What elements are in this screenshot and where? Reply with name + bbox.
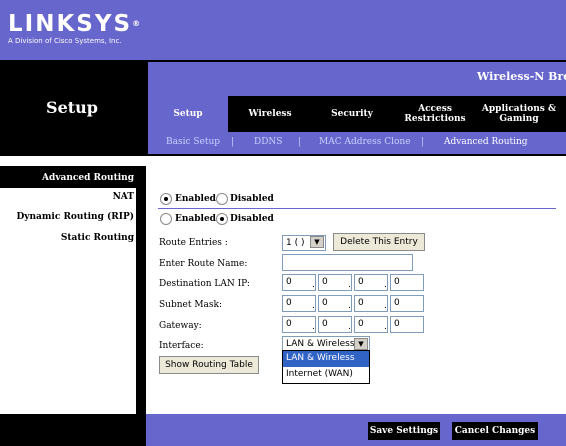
rip-enabled-radio[interactable] — [160, 213, 172, 225]
chevron-down-icon[interactable]: ▼ — [310, 236, 324, 248]
tab-applications-gaming[interactable]: Applications & Gaming — [478, 96, 560, 132]
ip-dot: . — [312, 322, 315, 332]
route-name-label: Enter Route Name: — [159, 259, 248, 269]
divider — [158, 208, 556, 209]
nat-enabled-label: Enabled — [175, 194, 216, 204]
sidebar — [0, 166, 146, 414]
ip-dot: . — [384, 301, 387, 311]
ip-dot: . — [384, 322, 387, 332]
sidebar-item-rip: Dynamic Routing (RIP) — [16, 212, 134, 222]
interface-option-internet-wan[interactable]: Internet (WAN) — [283, 367, 369, 383]
tab-access-restrictions[interactable]: Access Restrictions — [393, 96, 477, 132]
subtab-ddns[interactable]: DDNS — [254, 137, 282, 147]
ip-dot: . — [348, 280, 351, 290]
gateway-label: Gateway: — [159, 321, 202, 331]
sidebar-spacer — [0, 156, 146, 166]
interface-label: Interface: — [159, 341, 204, 351]
sidebar-heading: Advanced Routing — [42, 173, 134, 183]
brand-subtitle: A Division of Cisco Systems, Inc. — [8, 37, 122, 45]
show-routing-table-button[interactable]: Show Routing Table — [159, 356, 259, 374]
route-entries-label: Route Entries : — [159, 238, 228, 248]
chevron-down-icon[interactable]: ▼ — [354, 338, 368, 350]
subtab-basic-setup[interactable]: Basic Setup — [166, 137, 220, 147]
dest-ip-octet-3[interactable]: 0 — [354, 274, 388, 291]
linksys-logo: LINKSYS® — [8, 11, 141, 37]
subtab-mac-address-clone[interactable]: MAC Address Clone — [319, 137, 411, 147]
gateway-octet-1[interactable]: 0 — [282, 316, 316, 333]
subnav-separator: | — [421, 137, 425, 147]
rip-disabled-radio[interactable] — [216, 213, 228, 225]
footer-left — [0, 414, 146, 446]
ip-dot: . — [312, 280, 315, 290]
subtab-advanced-routing[interactable]: Advanced Routing — [444, 137, 528, 147]
mask-octet-2[interactable]: 0 — [318, 295, 352, 312]
dest-ip-octet-4[interactable]: 0 — [390, 274, 424, 291]
rip-disabled-label: Disabled — [230, 214, 274, 224]
route-name-input[interactable] — [282, 254, 413, 271]
cancel-changes-button[interactable]: Cancel Changes — [452, 422, 538, 440]
dest-ip-octet-1[interactable]: 0 — [282, 274, 316, 291]
tab-security[interactable]: Security — [312, 96, 392, 132]
nat-enabled-radio[interactable] — [160, 193, 172, 205]
gateway-octet-4[interactable]: 0 — [390, 316, 424, 333]
sidebar-item-static-routing: Static Routing — [60, 233, 134, 243]
dest-ip-label: Destination LAN IP: — [159, 279, 250, 289]
dest-ip-octet-2[interactable]: 0 — [318, 274, 352, 291]
nat-disabled-label: Disabled — [230, 194, 274, 204]
product-name: Wireless-N Broa — [477, 70, 566, 83]
subnav-separator: | — [231, 137, 235, 147]
route-entries-value: 1 ( ) — [286, 238, 305, 248]
delete-entry-button[interactable]: Delete This Entry — [333, 233, 425, 251]
gateway-octet-2[interactable]: 0 — [318, 316, 352, 333]
gateway-octet-3[interactable]: 0 — [354, 316, 388, 333]
mask-octet-4[interactable]: 0 — [390, 295, 424, 312]
mask-octet-3[interactable]: 0 — [354, 295, 388, 312]
subnet-mask-label: Subnet Mask: — [159, 300, 223, 310]
sidebar-item-nat: NAT — [112, 192, 134, 202]
save-settings-button[interactable]: Save Settings — [368, 422, 440, 440]
interface-dropdown-list: LAN & Wireless Internet (WAN) — [282, 350, 370, 384]
nat-disabled-radio[interactable] — [216, 193, 228, 205]
interface-value: LAN & Wireless — [286, 339, 355, 349]
tab-wireless[interactable]: Wireless — [230, 96, 310, 132]
ip-dot: . — [348, 322, 351, 332]
sidebar-rail — [136, 166, 146, 414]
subnav-separator: | — [298, 137, 302, 147]
mask-octet-1[interactable]: 0 — [282, 295, 316, 312]
tab-setup[interactable]: Setup — [148, 96, 228, 132]
ip-dot: . — [312, 301, 315, 311]
rip-enabled-label: Enabled — [175, 214, 216, 224]
interface-option-lan-wireless[interactable]: LAN & Wireless — [283, 351, 369, 367]
ip-dot: . — [384, 280, 387, 290]
ip-dot: . — [348, 301, 351, 311]
page-title: Setup — [46, 98, 98, 117]
